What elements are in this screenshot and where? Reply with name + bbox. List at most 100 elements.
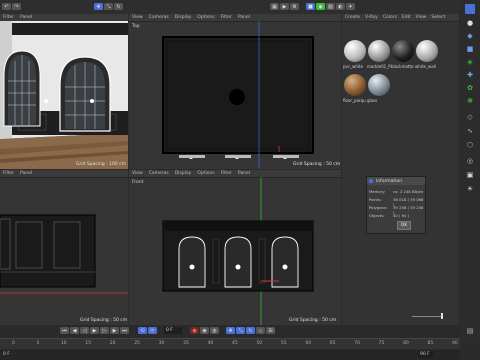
autokey-button[interactable]: ◉ [200, 327, 209, 334]
rotate-key-button[interactable]: ↻ [246, 327, 255, 334]
scale-icon[interactable]: ⤡ [104, 3, 113, 10]
next-key-button[interactable]: ▶ [110, 327, 119, 334]
status-frame: 0 F [3, 352, 10, 357]
menu-edit[interactable]: Edit [402, 15, 411, 20]
first-frame-button[interactable]: ⏮ [60, 327, 69, 334]
menu-options[interactable]: Options [197, 15, 214, 20]
menu-colors[interactable]: Colors [383, 15, 397, 20]
material-label: white_wall [415, 64, 436, 69]
render-settings-icon[interactable]: ⚙ [290, 3, 299, 10]
last-frame-button[interactable]: ⏭ [120, 327, 129, 334]
menu-display[interactable]: Display [175, 15, 192, 20]
material-swatch-white-wall[interactable] [416, 40, 438, 62]
menu-panel[interactable]: Panel [20, 15, 32, 20]
next-frame-button[interactable]: ▷ [100, 327, 109, 334]
render-view-icon[interactable]: ▶ [280, 3, 289, 10]
material-label: floor_parqu [343, 98, 366, 103]
material-swatch-floor-parquet[interactable] [344, 74, 366, 96]
cube-icon[interactable]: ■ [465, 44, 475, 54]
keyframe-mode-button[interactable]: ⟳ [148, 327, 157, 334]
hair-icon[interactable]: ∿ [465, 126, 475, 136]
top-viewport[interactable]: View Cameras Display Options Filter Pane… [129, 14, 341, 169]
light-primitive-icon[interactable]: ✦ [346, 3, 355, 10]
sphere-icon[interactable]: ● [465, 18, 475, 28]
lock-icon[interactable]: ▤ [465, 326, 475, 336]
deformer-icon[interactable]: ✚ [465, 70, 475, 80]
undo-icon[interactable]: ↶ [2, 3, 11, 10]
material-panel-slider[interactable] [412, 316, 442, 317]
ruler-tick-label: 30 [158, 341, 165, 346]
light-icon[interactable]: ☀ [465, 184, 475, 194]
prev-frame-button[interactable]: ◁ [80, 327, 89, 334]
loop-button[interactable]: ⟲ [138, 327, 147, 334]
redo-icon[interactable]: ↷ [12, 3, 21, 10]
cube-primitive-icon[interactable]: ■ [306, 3, 315, 10]
key-selection-button[interactable]: ◍ [210, 327, 219, 334]
menu-cameras[interactable]: Cameras [149, 171, 169, 176]
material-swatch-blackmatte[interactable] [392, 40, 414, 62]
move-key-button[interactable]: ✥ [226, 327, 235, 334]
scale-key-button[interactable]: ⤡ [236, 327, 245, 334]
material-swatch-marble[interactable] [368, 40, 390, 62]
material-panel: Create V-Ray Colors Edit View Select pvc… [342, 14, 459, 325]
menu-panel[interactable]: Panel [20, 171, 32, 176]
front-scene [162, 177, 314, 325]
left-viewport[interactable]: Filter Panel Grid Spacing : 50 cm [0, 170, 128, 325]
spline-icon[interactable]: ◆ [465, 31, 475, 41]
menu-filter[interactable]: Filter [3, 15, 14, 20]
dialog-title-bar: Information [367, 177, 425, 185]
render-region-icon[interactable]: ▦ [270, 3, 279, 10]
material-swatch-pvc-white[interactable] [344, 40, 366, 62]
timeline-ruler[interactable]: 0 5 10 15 20 25 30 35 40 45 50 55 60 65 70 75 80 85 90 [0, 338, 460, 349]
ruler-tick-label: 15 [85, 341, 92, 346]
record-button[interactable]: ● [190, 327, 199, 334]
timeline: ⏮ ◀ ◁ ▶ ▷ ▶ ⏭ ⟲ ⟳ 0 F ● ◉ ◍ ✥ ⤡ ↻ ◇ ⊞ 0 5… [0, 326, 460, 360]
menu-select[interactable]: Select [431, 15, 445, 20]
mograph-icon[interactable]: ✿ [465, 83, 475, 93]
material-swatch-glass[interactable] [368, 74, 390, 96]
dialog-icon [369, 179, 373, 183]
play-button[interactable]: ▶ [90, 327, 99, 334]
camera-icon[interactable]: ▣ [465, 170, 475, 180]
perspective-viewport[interactable]: Filter Panel Camera 1 Grid Spacing : 100… [0, 14, 128, 169]
end-frame-field[interactable]: 90 F [418, 351, 434, 358]
environment-icon[interactable]: ◐ [336, 3, 345, 10]
generator-icon[interactable]: ◈ [465, 57, 475, 67]
information-dialog: Information Memory: ca. 2 248 KByte Poin… [366, 176, 426, 234]
material-label: glass [367, 98, 378, 103]
tag-icon[interactable]: ◇ [465, 112, 475, 122]
points-label: Points: [369, 197, 382, 202]
menu-panel[interactable]: Panel [238, 15, 250, 20]
move-icon[interactable]: ✥ [94, 3, 103, 10]
menu-panel[interactable]: Panel [238, 171, 250, 176]
ok-button[interactable]: OK [397, 221, 411, 230]
menu-create[interactable]: Create [345, 15, 360, 20]
right-toolbar: ● ◆ ■ ◈ ✚ ✿ ❋ ◇ ∿ ⬡ ◎ ▣ ☀ ▤ [460, 0, 480, 340]
menu-view[interactable]: View [132, 15, 143, 20]
scene-icon[interactable]: ▧ [326, 3, 335, 10]
menu-filter[interactable]: Filter [3, 171, 14, 176]
generator-primitive-icon[interactable]: ◆ [316, 3, 325, 10]
menu-view[interactable]: View [132, 171, 143, 176]
frame-field[interactable]: 0 F [164, 327, 182, 334]
volume-icon[interactable]: ⬡ [465, 140, 475, 150]
menu-options[interactable]: Options [197, 171, 214, 176]
prev-key-button[interactable]: ◀ [70, 327, 79, 334]
ruler-tick-label: 50 [256, 341, 263, 346]
menu-vray[interactable]: V-Ray [365, 15, 378, 20]
globe-icon[interactable]: ◎ [465, 156, 475, 166]
menu-filter[interactable]: Filter [221, 171, 232, 176]
rotate-icon[interactable]: ↻ [114, 3, 123, 10]
menu-cameras[interactable]: Cameras [149, 15, 169, 20]
layout-icon[interactable] [465, 4, 475, 14]
menu-display[interactable]: Display [175, 171, 192, 176]
material-label: pvc_white [343, 64, 364, 69]
param-key-button[interactable]: ◇ [256, 327, 265, 334]
pla-key-button[interactable]: ⊞ [266, 327, 275, 334]
fields-icon[interactable]: ❋ [465, 96, 475, 106]
material-label: blackmatte [391, 64, 414, 69]
front-viewport[interactable]: View Cameras Display Options Filter Pane… [129, 170, 341, 325]
menu-filter[interactable]: Filter [221, 15, 232, 20]
slider-handle[interactable] [441, 313, 443, 319]
menu-view[interactable]: View [416, 15, 427, 20]
